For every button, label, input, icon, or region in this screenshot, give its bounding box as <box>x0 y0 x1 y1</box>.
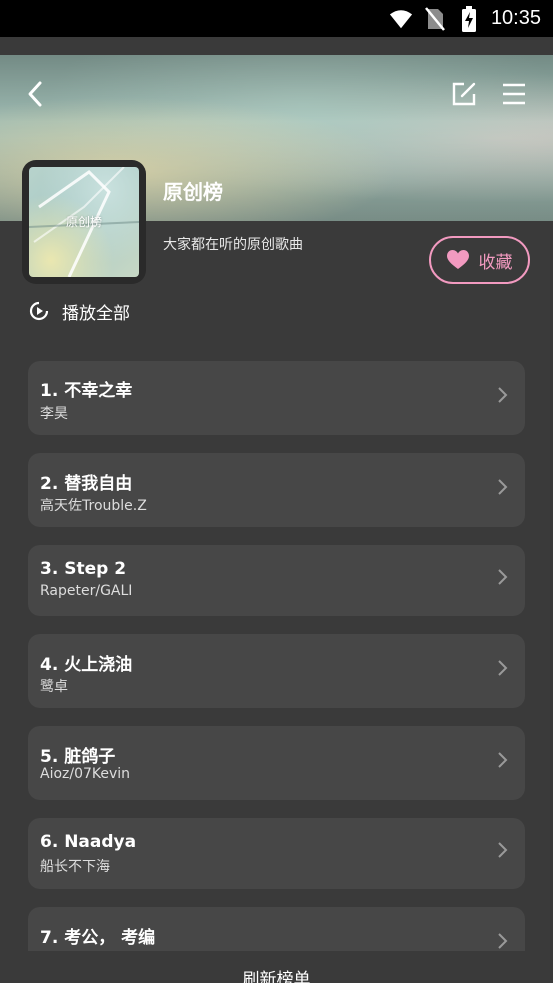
chevron-right-icon <box>498 660 508 676</box>
song-item[interactable]: 1. 不幸之幸 李昊 <box>28 361 525 435</box>
battery-charging-icon <box>457 5 481 32</box>
menu-icon <box>503 83 525 105</box>
song-title: 3. Step 2 <box>40 559 127 579</box>
song-artist: 船长不下海 <box>40 859 110 875</box>
song-title: 2. 替我自由 <box>40 474 133 494</box>
song-artist: 高天佐Trouble.Z <box>40 498 147 514</box>
song-item[interactable]: 5. 脏鸽子 Aioz/07Kevin <box>28 726 525 800</box>
song-artist: Aioz/07Kevin <box>40 766 131 782</box>
cover-label: 原创榜 <box>65 215 102 229</box>
song-item[interactable]: 7. 考公， 考编 <box>28 907 525 951</box>
menu-button[interactable] <box>498 78 530 110</box>
wifi-icon <box>389 7 413 31</box>
song-title: 4. 火上浇油 <box>40 655 133 675</box>
back-button[interactable] <box>20 78 50 110</box>
chevron-right-icon <box>498 387 508 403</box>
song-title: 7. 考公， 考编 <box>40 928 156 948</box>
chevron-left-icon <box>28 81 42 107</box>
play-all-label: 播放全部 <box>62 303 130 324</box>
collect-button[interactable]: 收藏 <box>429 236 530 284</box>
song-title: 5. 脏鸽子 <box>40 747 116 767</box>
page-title: 原创榜 <box>163 180 223 204</box>
song-item[interactable]: 4. 火上浇油 鹭卓 <box>28 634 525 708</box>
refresh-chart-button[interactable]: 刷新榜单 <box>0 965 553 983</box>
collect-label: 收藏 <box>478 252 513 273</box>
play-all-button[interactable]: 播放全部 <box>28 298 130 324</box>
edit-icon <box>452 82 476 106</box>
no-sim-icon <box>423 6 447 31</box>
play-circle-icon <box>29 301 49 321</box>
status-bar: 10:35 <box>0 0 553 37</box>
chevron-right-icon <box>498 752 508 768</box>
chevron-right-icon <box>498 569 508 585</box>
top-spacer <box>0 37 553 55</box>
song-item[interactable]: 3. Step 2 Rapeter/GALI <box>28 545 525 616</box>
chevron-right-icon <box>498 933 508 949</box>
playlist-cover: 原创榜 <box>22 160 146 284</box>
song-artist: 鹭卓 <box>40 679 68 695</box>
cover-image: 原创榜 <box>29 167 139 277</box>
page-subtitle: 大家都在听的原创歌曲 <box>163 237 303 253</box>
song-title: 1. 不幸之幸 <box>40 381 133 401</box>
chevron-right-icon <box>498 842 508 858</box>
status-time: 10:35 <box>490 7 541 29</box>
song-title: 6. Naadya <box>40 832 137 852</box>
song-item[interactable]: 2. 替我自由 高天佐Trouble.Z <box>28 453 525 527</box>
song-item[interactable]: 6. Naadya 船长不下海 <box>28 818 525 889</box>
edit-button[interactable] <box>448 78 480 110</box>
song-artist: 李昊 <box>40 406 68 422</box>
heart-icon <box>446 250 469 269</box>
chevron-right-icon <box>498 479 508 495</box>
song-artist: Rapeter/GALI <box>40 583 133 599</box>
